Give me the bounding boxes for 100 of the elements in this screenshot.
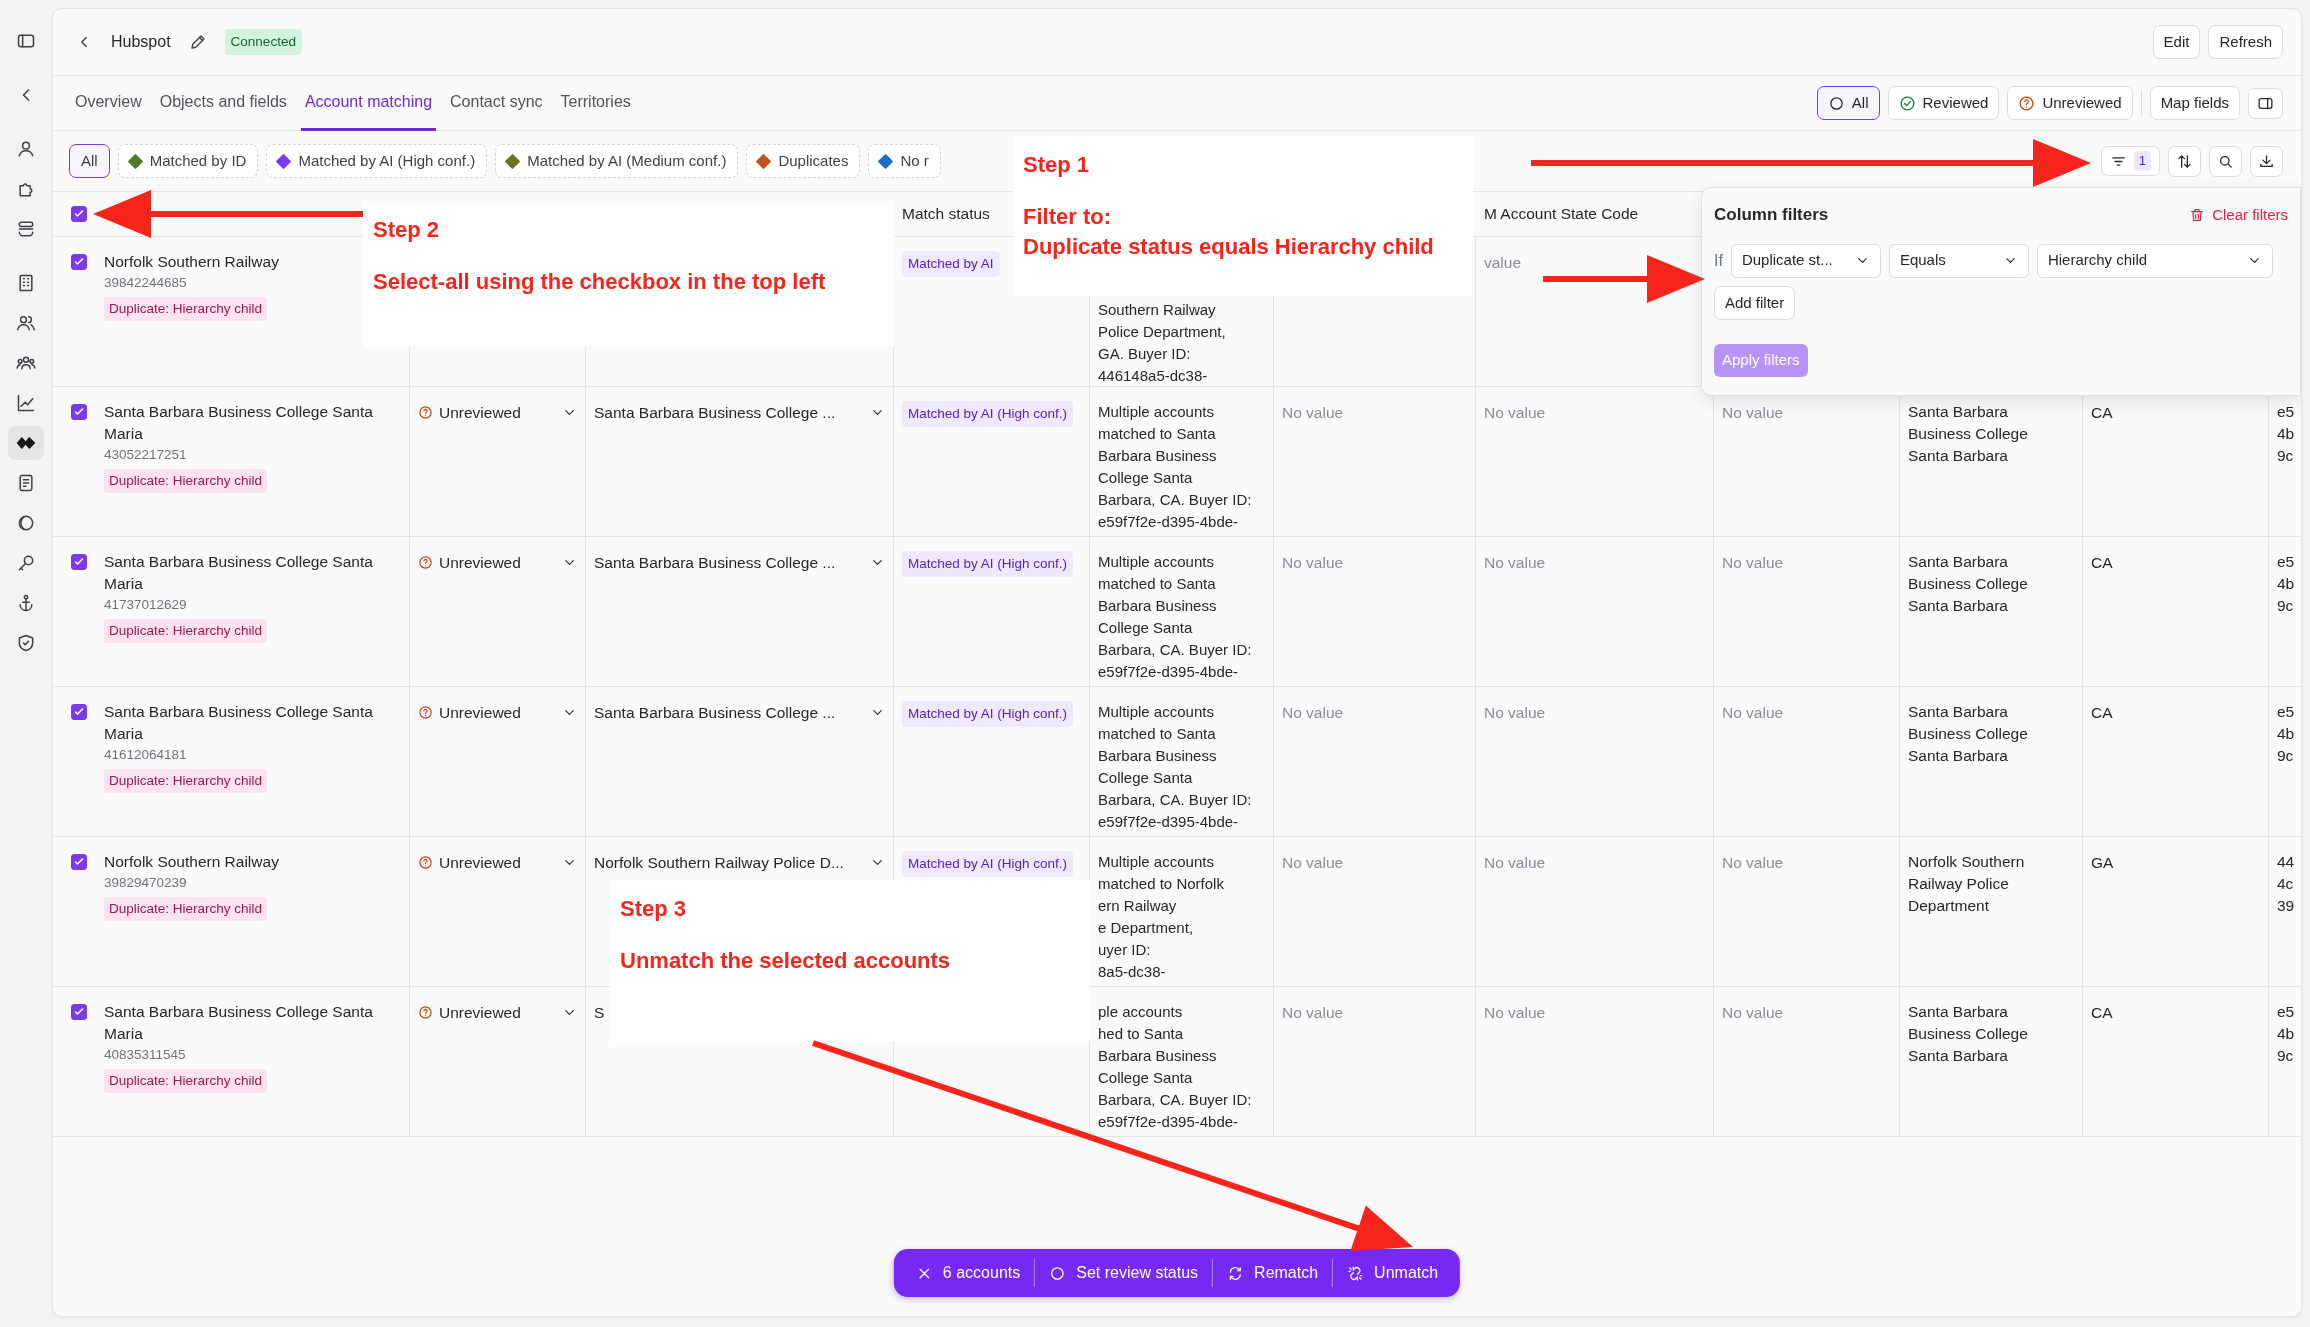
tab[interactable]: Account matching <box>300 75 437 131</box>
filter-chip[interactable]: All <box>69 143 110 179</box>
table-cell: CA <box>2091 554 2113 571</box>
table-cell: GA <box>2091 854 2114 871</box>
table-cell: CA <box>2091 404 2113 421</box>
bulk-action-button[interactable]: Rematch <box>1213 1261 1333 1285</box>
note-icon <box>16 473 36 493</box>
field-select[interactable]: Duplicate st... <box>1730 243 1881 278</box>
tab[interactable]: Territories <box>556 75 635 131</box>
checkbox[interactable] <box>71 854 87 870</box>
table-cell: CA <box>2091 1004 2113 1021</box>
table-cell-text: Santa Barbara Business College Santa Barbara <box>1908 1002 2029 1066</box>
table-cell-text: e5 4b 9c <box>2277 1002 2296 1066</box>
clear-selection-button[interactable]: 6 accounts <box>901 1261 1035 1285</box>
check-icon <box>73 556 85 568</box>
popover-title: Column filters <box>1714 204 1829 226</box>
review-filter-button[interactable]: Reviewed <box>1887 85 2000 121</box>
status-badge: Connected <box>224 28 302 56</box>
checkbox[interactable] <box>71 254 87 270</box>
checkbox[interactable] <box>71 1004 87 1020</box>
table-cell: No value <box>1722 404 1784 421</box>
check-circle-icon <box>1898 94 1916 112</box>
filter-chip[interactable]: Matched by AI (Medium conf.) <box>495 143 739 179</box>
clear-filters-button[interactable]: Clear filters <box>2189 203 2288 226</box>
question-circle-icon <box>418 405 433 421</box>
matched-account-dropdown[interactable]: Norfolk Southern Railway Police D... <box>594 851 885 875</box>
filter-button[interactable]: 1 <box>2100 146 2160 176</box>
callout-title: Step 2 <box>373 216 441 244</box>
match-status-badge: Matched by AI (High conf.) <box>902 701 1074 728</box>
checkbox[interactable] <box>71 206 87 222</box>
pencil-icon <box>188 33 207 51</box>
table-cell: No value <box>1722 854 1784 871</box>
duplicate-tag: Duplicate: Hierarchy child <box>104 769 268 794</box>
add-filter-button[interactable]: Add filter <box>1714 285 1796 320</box>
table-cell: No value <box>1722 1004 1784 1021</box>
column-header: Match status <box>902 204 990 225</box>
check-icon <box>73 406 85 418</box>
circle-icon <box>1049 1264 1067 1282</box>
matched-account-dropdown[interactable]: Santa Barbara Business College ... <box>594 551 885 575</box>
table-cell: S <box>594 1004 605 1021</box>
question-circle-icon <box>2018 94 2036 112</box>
filter-chip[interactable]: Matched by AI (High conf.) <box>266 143 488 179</box>
checkbox[interactable] <box>71 554 87 570</box>
table-cell: No value <box>1282 1004 1344 1021</box>
reason-text: ple accounts hed to Santa Barbara Business College Santa Barbara, CA. Buyer ID: e59f7f2e-d395-4bde- <box>1098 1002 1253 1132</box>
callout-text: Select-all using the checkbox in the top left <box>373 268 827 296</box>
filter-chip[interactable]: Matched by ID <box>117 143 259 179</box>
account-name: Santa Barbara Business College Santa Maria <box>104 402 374 444</box>
table-cell: No value <box>1282 404 1344 421</box>
sort-button[interactable] <box>2168 145 2201 177</box>
reason-text: Multiple accounts matched to Santa Barbara Business College Santa Barbara, CA. Buyer ID: e59f7f2e-d395-4bde- <box>1098 402 1253 532</box>
download-button[interactable] <box>2250 145 2283 177</box>
table-cell: No value <box>1282 704 1344 721</box>
filter-chip[interactable]: No r <box>868 143 941 179</box>
shield-icon <box>16 633 36 653</box>
review-status-dropdown[interactable]: Unreviewed <box>418 1001 577 1025</box>
duplicate-tag: Duplicate: Hierarchy child <box>104 469 268 494</box>
table-cell-text: 44 4c 39 <box>2277 852 2296 916</box>
column-header: M Account State Code <box>1484 204 1639 225</box>
filter-chip[interactable]: Duplicates <box>746 143 861 179</box>
review-status-dropdown[interactable]: Unreviewed <box>418 551 577 575</box>
bulk-action-button[interactable]: Set review status <box>1035 1261 1213 1285</box>
review-status-dropdown[interactable]: Unreviewed <box>418 851 577 875</box>
map-fields-button[interactable]: Map fields <box>2149 85 2240 121</box>
table-cell: No value <box>1484 554 1546 571</box>
matched-account-dropdown[interactable]: Santa Barbara Business College ... <box>594 701 885 725</box>
check-icon <box>73 208 85 220</box>
review-status-dropdown[interactable]: Unreviewed <box>418 401 577 425</box>
stack-icon <box>16 219 36 239</box>
search-button[interactable] <box>2209 145 2242 177</box>
tab[interactable]: Contact sync <box>446 75 547 131</box>
callout-title: Step 1 <box>1023 151 1091 179</box>
checkbox[interactable] <box>71 404 87 420</box>
reason-text: Multiple accounts matched to Santa Barbara Business College Santa Barbara, CA. Buyer ID: e59f7f2e-d395-4bde- <box>1098 702 1253 832</box>
account-name: Norfolk Southern Railway <box>104 252 280 272</box>
duplicate-tag: Duplicate: Hierarchy child <box>104 897 268 922</box>
table-cell: No value <box>1484 404 1546 421</box>
matched-account-dropdown[interactable]: Santa Barbara Business College ... <box>594 401 885 425</box>
table-cell: No value <box>1722 554 1784 571</box>
value-select[interactable]: Hierarchy child <box>2036 243 2273 278</box>
duplicate-tag: Duplicate: Hierarchy child <box>104 1069 268 1094</box>
table-cell: CA <box>2091 704 2113 721</box>
sidebar-item[interactable] <box>8 426 44 460</box>
building-icon <box>16 273 36 293</box>
tab[interactable]: Objects and fields <box>155 75 291 131</box>
filter-count: 1 <box>2133 151 2151 171</box>
operator-select[interactable]: Equals <box>1888 243 2029 278</box>
review-filter-button[interactable]: All <box>1816 85 1880 121</box>
bulk-action-button[interactable]: Unmatch <box>1333 1261 1453 1285</box>
side-panel-button[interactable] <box>2248 87 2283 119</box>
header-button[interactable]: Refresh <box>2208 24 2283 60</box>
trash-icon <box>2189 206 2206 223</box>
tab[interactable]: Overview <box>71 75 146 131</box>
reason-text: Southern Railway Police Department, GA. Buyer ID: 446148a5-dc38- <box>1098 300 1227 386</box>
review-filter-button[interactable]: Unreviewed <box>2007 85 2133 121</box>
header-button[interactable]: Edit <box>2152 24 2201 60</box>
review-status-dropdown[interactable]: Unreviewed <box>418 701 577 725</box>
sidebar-toggle-icon <box>16 31 36 51</box>
checkbox[interactable] <box>71 704 87 720</box>
duplicate-tag: Duplicate: Hierarchy child <box>104 619 268 644</box>
